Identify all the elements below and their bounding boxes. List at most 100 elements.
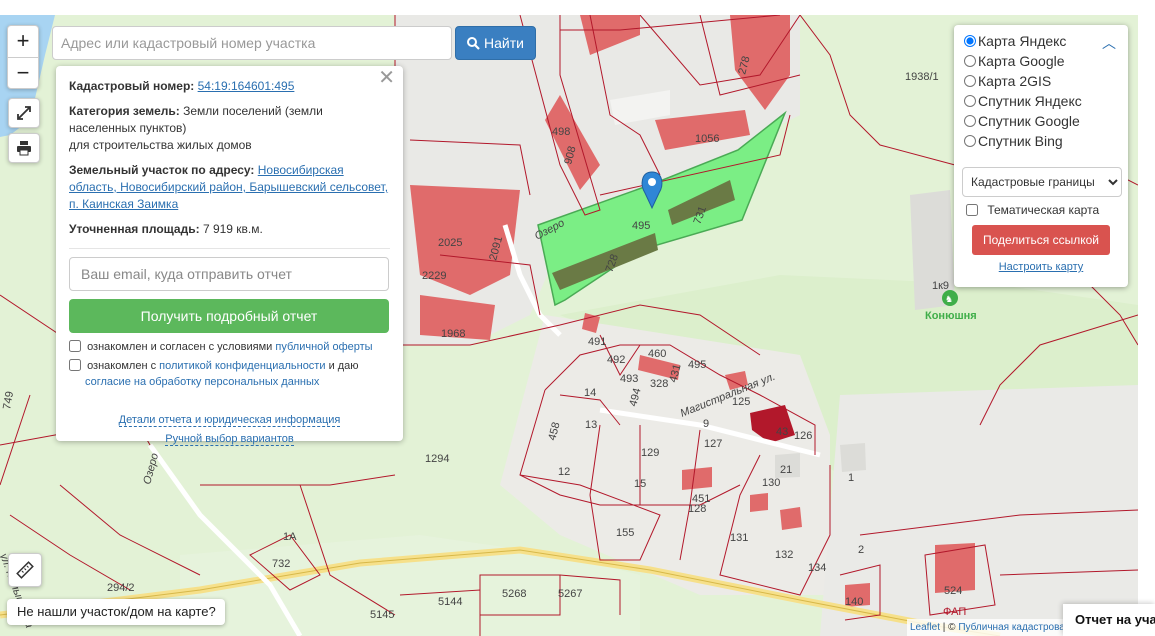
svg-text:140: 140 [845,596,863,608]
cadastral-number-label: Кадастровый номер: [69,79,195,93]
svg-text:12: 12 [558,466,570,478]
configure-map-link[interactable]: Настроить карту [999,261,1084,273]
svg-text:5268: 5268 [502,588,526,600]
leaflet-link[interactable]: Leaflet [910,622,940,633]
zoom-control: + − [7,25,39,89]
building [840,443,866,472]
svg-text:1294: 1294 [425,453,449,465]
building [780,507,802,530]
svg-text:♞: ♞ [945,295,953,305]
pkk-link[interactable]: Публичная кадастровая карта [958,622,1065,633]
layer-label: Спутник Яндекс [978,93,1082,109]
svg-text:1к9: 1к9 [932,280,949,292]
svg-text:498: 498 [552,126,570,138]
not-found-button[interactable]: Не нашли участок/дом на карте? [7,599,225,625]
area-label: Уточненная площадь: [69,222,200,236]
fullscreen-button[interactable] [8,98,40,128]
svg-text:492: 492 [607,354,625,366]
layer-2gis-map[interactable]: Карта 2GIS [962,71,1120,91]
layer-label: Спутник Google [978,113,1080,129]
public-offer-link[interactable]: публичной оферты [275,341,372,353]
zoom-in-button[interactable]: + [8,26,38,57]
layer-label: Карта Яндекс [978,33,1067,49]
details-row: Детали отчета и юридическая информация [69,412,390,429]
email-input[interactable] [69,257,389,291]
address-label: Земельный участок по адресу: [69,163,255,177]
find-button-label: Найти [484,35,524,51]
layer-label: Карта Google [978,53,1065,69]
layer-yandex-satellite[interactable]: Спутник Яндекс [962,91,1120,111]
chevron-up-icon[interactable]: ︿ [1102,33,1116,53]
layer-google-satellite-radio[interactable] [964,115,976,127]
overlay-select[interactable]: Кадастровые границы [962,167,1122,197]
privacy-consent: ознакомлен с политикой конфиденциальност… [69,358,390,390]
offer-consent-checkbox[interactable] [69,340,81,352]
thematic-map-checkbox[interactable] [966,204,978,216]
report-tab[interactable]: Отчет на участок [1063,604,1155,636]
layer-bing-satellite-radio[interactable] [964,135,976,147]
land-category-label: Категория земель: [69,104,180,118]
land-use-value: для строительства жилых домов [69,138,252,152]
find-button[interactable]: Найти [455,26,536,60]
svg-text:495: 495 [688,359,706,371]
address-row: Земельный участок по адресу: Новосибирск… [69,162,390,213]
svg-text:732: 732 [272,558,290,570]
svg-text:5145: 5145 [370,609,394,621]
thematic-map-toggle[interactable]: Тематическая карта [962,203,1120,217]
layer-label: Карта 2GIS [978,73,1052,89]
svg-text:2229: 2229 [422,270,446,282]
svg-text:5144: 5144 [438,596,462,608]
privacy-policy-link[interactable]: политикой конфиденциальности [159,360,325,372]
svg-text:1938/1: 1938/1 [905,71,939,83]
layer-2gis-map-radio[interactable] [964,75,976,87]
svg-text:2: 2 [858,544,864,556]
svg-text:1056: 1056 [695,133,719,145]
area-row: Уточненная площадь: 7 919 кв.м. [69,221,390,249]
layer-google-map-radio[interactable] [964,55,976,67]
layer-google-map[interactable]: Карта Google [962,51,1120,71]
share-link-button[interactable]: Поделиться ссылкой [972,225,1110,255]
svg-text:749: 749 [1,390,16,410]
svg-text:ФАП: ФАП [943,606,966,618]
address-search-input[interactable] [52,26,452,60]
layer-yandex-map-radio[interactable] [964,35,976,47]
layer-yandex-map[interactable]: Карта Яндекс [962,31,1120,51]
svg-text:294/2: 294/2 [107,582,135,594]
svg-text:130: 130 [762,477,780,489]
svg-text:328: 328 [650,378,668,390]
svg-text:493: 493 [620,373,638,385]
svg-text:5267: 5267 [558,588,582,600]
svg-text:127: 127 [704,438,722,450]
svg-text:495: 495 [632,220,650,232]
manual-selection-link[interactable]: Ручной выбор вариантов [165,433,294,446]
privacy-consent-text-b: и даю [328,360,359,372]
privacy-consent-checkbox[interactable] [69,359,81,371]
report-details-link[interactable]: Детали отчета и юридическая информация [118,414,341,427]
print-button[interactable] [8,133,40,163]
svg-text:132: 132 [775,549,793,561]
zoom-out-button[interactable]: − [8,57,38,88]
layer-switcher: ︿ Карта Яндекс Карта Google Карта 2GIS С… [954,25,1128,287]
close-icon[interactable]: ✕ [378,68,395,88]
personal-data-consent-link[interactable]: согласие на обработку персональных данны… [85,376,319,388]
measure-button[interactable] [8,553,42,587]
land-category-row: Категория земель: Земли поселений (земли… [69,103,390,154]
expand-icon [17,106,31,120]
building [682,467,712,490]
svg-text:21: 21 [780,464,792,476]
layer-label: Спутник Bing [978,133,1063,149]
svg-text:43: 43 [776,426,788,438]
svg-text:1: 1 [848,472,854,484]
offer-consent: ознакомлен и согласен с условиями публич… [69,339,390,355]
parcel-info-panel: ✕ Кадастровый номер: 54:19:164601:495 Ка… [56,66,403,446]
svg-text:Озеро: Озеро [141,452,161,486]
cadastral-number-link[interactable]: 54:19:164601:495 [198,79,295,93]
layer-yandex-satellite-radio[interactable] [964,95,976,107]
printer-icon [17,141,31,156]
svg-text:1А: 1А [283,531,297,543]
layer-google-satellite[interactable]: Спутник Google [962,111,1120,131]
svg-text:1968: 1968 [441,328,465,340]
svg-text:128: 128 [688,503,706,515]
get-report-button[interactable]: Получить подробный отчет [69,299,389,333]
layer-bing-satellite[interactable]: Спутник Bing [962,131,1120,151]
